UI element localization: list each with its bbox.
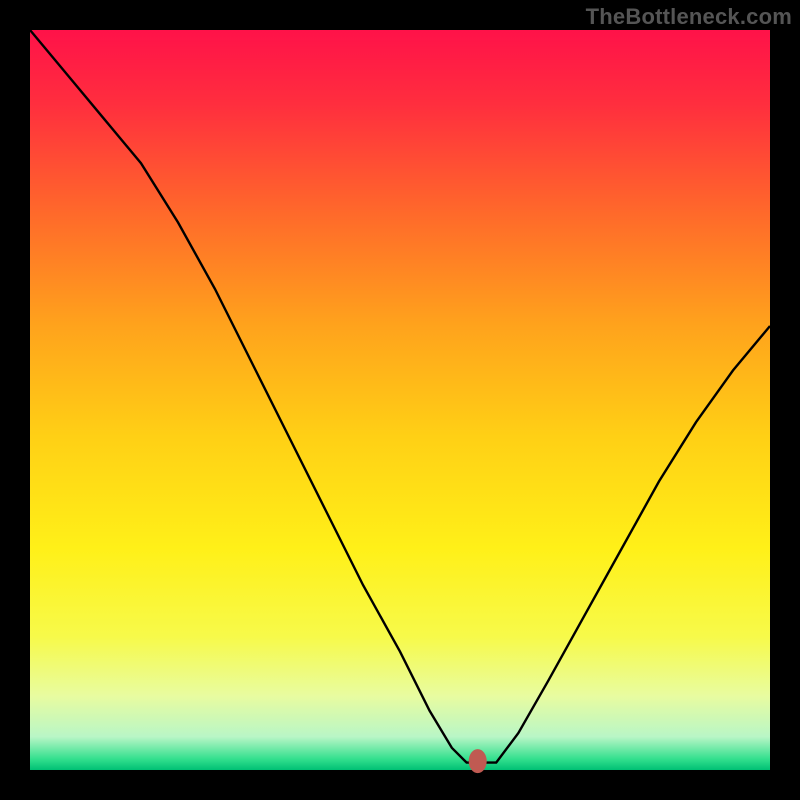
plot-background [30, 30, 770, 770]
chart-container: TheBottleneck.com [0, 0, 800, 800]
watermark-text: TheBottleneck.com [586, 4, 792, 30]
bottleneck-chart [0, 0, 800, 800]
minimum-marker [469, 749, 487, 773]
